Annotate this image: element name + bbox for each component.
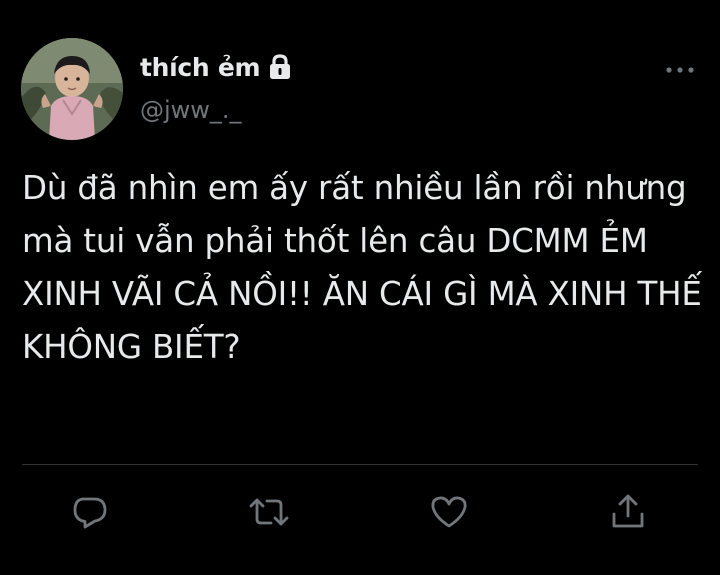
more-options-button[interactable] [660, 56, 700, 84]
share-button[interactable] [606, 490, 650, 534]
share-icon [612, 494, 644, 528]
tweet-text: Dù đã nhìn em ấy rất nhiều lần rồi nhưng… [22, 169, 702, 366]
tweet: thích ẻm @jww_._ Dù đã nhìn em ấy rất nh… [0, 0, 720, 575]
user-handle[interactable]: @jww_._ [140, 96, 242, 124]
more-horizontal-icon [666, 67, 694, 73]
retweet-button[interactable] [247, 490, 291, 534]
display-name[interactable]: thích ẻm [140, 53, 261, 82]
reply-button[interactable] [68, 490, 112, 534]
like-button[interactable] [427, 490, 471, 534]
avatar[interactable] [21, 38, 123, 140]
divider [22, 464, 698, 465]
reply-icon [73, 497, 107, 529]
retweet-icon [249, 498, 289, 526]
lock-icon [267, 53, 293, 81]
display-name-row: thích ẻm [140, 50, 293, 84]
heart-icon [431, 496, 467, 528]
avatar-photo [21, 38, 123, 140]
